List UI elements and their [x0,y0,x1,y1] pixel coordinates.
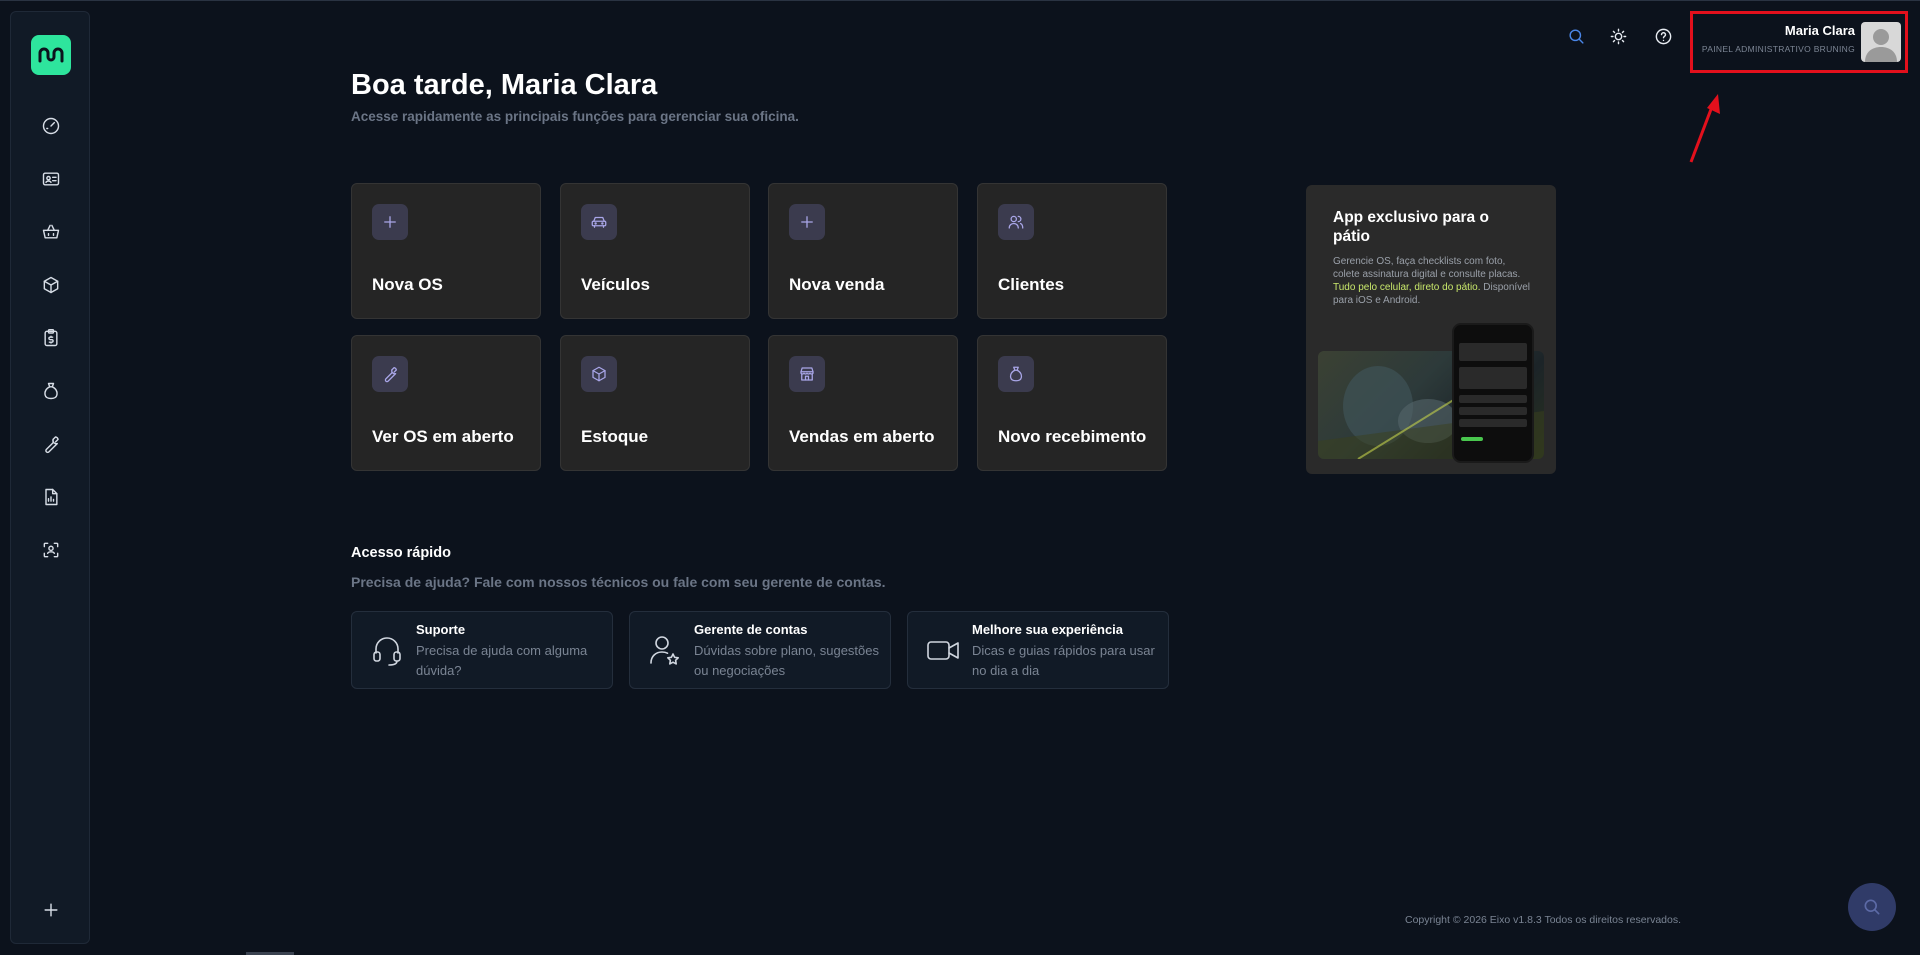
card-label: Clientes [998,275,1065,294]
card-label: Ver OS em aberto [372,427,514,446]
qa-card-title: Suporte [416,622,466,637]
search-icon [1568,28,1584,44]
wrench-icon [384,366,398,383]
card-icon-tile [372,204,408,240]
report-icon [45,488,58,506]
card-icon-tile [998,356,1034,392]
money-bag-icon [1009,366,1023,382]
card-veiculos[interactable]: Veículos [560,183,750,319]
sidebar-item-reports[interactable] [37,483,65,511]
quick-access-suporte[interactable]: Suporte Precisa de ajuda com alguma dúvi… [351,611,613,689]
sidebar-item-finance[interactable] [37,377,65,405]
promo-text: Gerencie OS, faça checklists com foto, c… [1333,255,1533,307]
card-label: Vendas em aberto [789,427,935,446]
user-avatar-icon [1865,29,1897,62]
money-bag-icon [44,382,58,400]
qa-card-desc: Dúvidas sobre plano, sugestões ou negoci… [694,643,880,678]
qa-card-desc: Dicas e guias rápidos para usar no dia a… [972,643,1155,678]
top-border [0,0,1920,1]
user-role: PAINEL ADMINISTRATIVO BRUNING [1701,44,1855,54]
card-icon-tile [581,204,617,240]
quick-access-gerente[interactable]: Gerente de contas Dúvidas sobre plano, s… [629,611,891,689]
sidebar-item-stock[interactable] [37,271,65,299]
sidebar-item-sales[interactable] [37,218,65,246]
dashboard-icon [42,117,60,135]
quick-access-experiencia[interactable]: Melhore sua experiência Dicas e guias rá… [907,611,1169,689]
card-clientes[interactable]: Clientes [977,183,1167,319]
theme-toggle-button[interactable] [1606,24,1630,48]
clipboard-dollar-icon [44,328,58,347]
qa-card-title: Melhore sua experiência [972,622,1124,637]
car-icon [591,216,607,228]
card-vendas-em-aberto[interactable]: Vendas em aberto [768,335,958,471]
plus-icon [384,216,396,228]
header-search-button[interactable] [1564,24,1588,48]
quick-access-title: Acesso rápido [351,545,451,561]
card-icon-tile [998,204,1034,240]
card-icon-tile [581,356,617,392]
card-nova-os[interactable]: Nova OS [351,183,541,319]
page-title: Boa tarde, Maria Clara [351,69,658,101]
user-name: Maria Clara [1784,23,1855,38]
user-profile-menu[interactable]: Maria Clara PAINEL ADMINISTRATIVO BRUNIN… [1690,11,1908,73]
floating-search-button[interactable] [1848,883,1896,931]
sidebar-item-services[interactable] [37,430,65,458]
card-ver-os-em-aberto[interactable]: Ver OS em aberto [351,335,541,471]
avatar [1861,22,1901,62]
box-icon [592,366,606,382]
sidebar [10,11,90,944]
logo-icon [38,47,64,63]
app-promo-card[interactable]: App exclusivo para o pátio Gerencie OS, … [1306,185,1556,474]
promo-title: App exclusivo para o pátio [1333,209,1489,245]
sidebar-item-scan[interactable] [37,536,65,564]
card-icon-tile [789,356,825,392]
card-label: Nova venda [789,275,885,294]
promo-text-start: Gerencie OS, faça checklists com foto, c… [1333,256,1521,280]
scan-user-icon [43,542,59,558]
wrench-icon [45,436,59,454]
card-icon-tile [372,356,408,392]
user-star-icon [650,636,679,665]
sidebar-item-budget[interactable] [37,324,65,352]
sidebar-item-dashboard[interactable] [37,112,65,140]
footer-copyright: Copyright © 2026 Eixo v1.8.3 Todos os di… [1405,914,1682,926]
sun-icon [1610,28,1626,44]
box-icon [43,276,59,294]
plus-icon [44,903,58,917]
users-icon [1008,215,1024,229]
id-card-icon [42,172,60,186]
qa-icon [648,633,682,667]
app-logo[interactable] [31,35,71,75]
card-label: Veículos [581,275,650,294]
headset-icon [373,637,401,666]
plus-icon [801,216,813,228]
card-label: Novo recebimento [998,427,1147,446]
sidebar-item-clients[interactable] [37,165,65,193]
quick-access-subtitle: Precisa de ajuda? Fale com nossos técnic… [351,574,886,590]
search-icon [1864,899,1880,915]
video-icon [927,641,959,660]
help-button[interactable] [1651,24,1675,48]
annotation-arrow [1689,94,1720,163]
store-icon [800,367,814,381]
card-nova-venda[interactable]: Nova venda [768,183,958,319]
qa-icon [370,633,404,667]
card-icon-tile [789,204,825,240]
phone-mockup [1452,323,1534,463]
card-novo-recebimento[interactable]: Novo recebimento [977,335,1167,471]
page-subtitle: Acesse rapidamente as principais funções… [351,109,799,124]
card-label: Nova OS [372,275,443,294]
help-icon [1655,28,1671,44]
qa-card-desc: Precisa de ajuda com alguma dúvida? [416,643,588,678]
qa-card-title: Gerente de contas [694,622,808,637]
card-estoque[interactable]: Estoque [560,335,750,471]
qa-icon [926,633,960,667]
basket-icon [42,224,60,239]
promo-text-highlight: Tudo pelo celular, direto do pátio. [1333,282,1481,293]
sidebar-add-button[interactable] [37,896,65,924]
card-label: Estoque [581,427,649,446]
